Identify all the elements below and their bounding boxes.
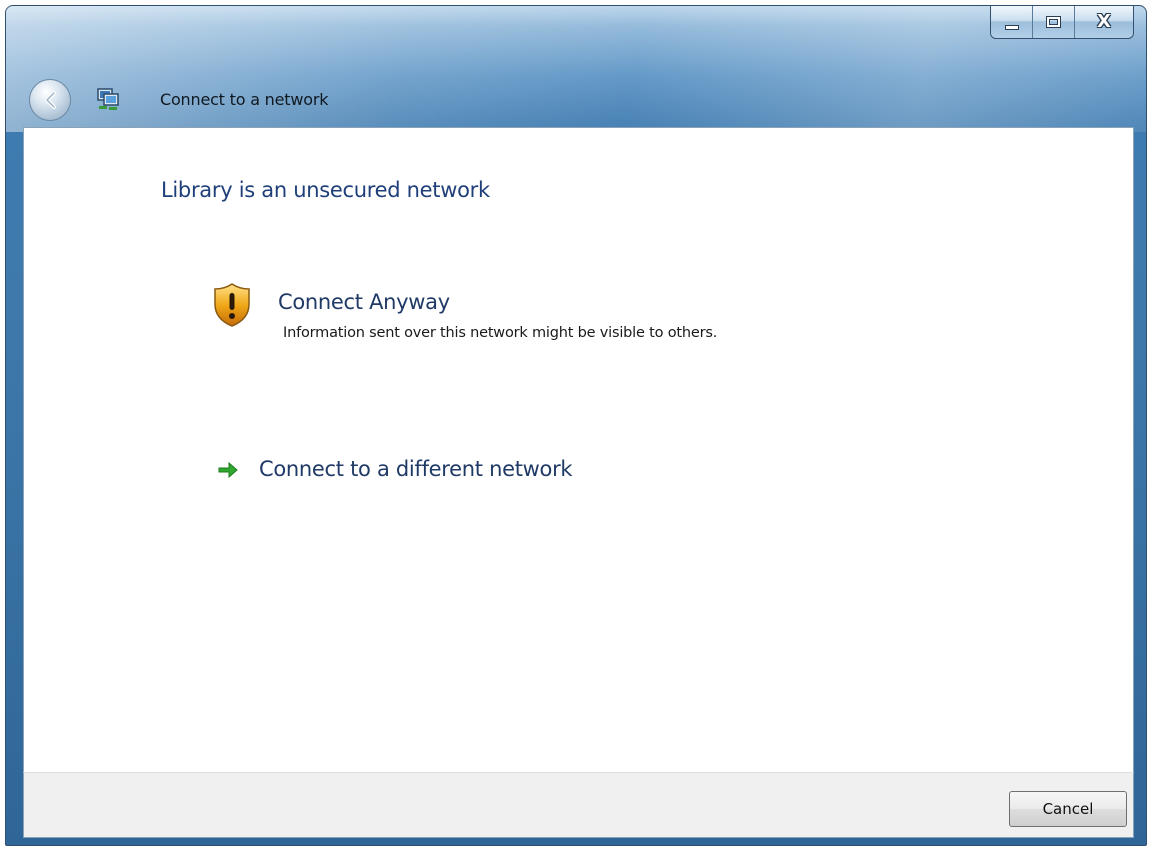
cancel-button[interactable]: Cancel	[1009, 791, 1127, 827]
connect-anyway-description: Information sent over this network might…	[283, 325, 718, 341]
minimize-button[interactable]	[991, 6, 1033, 38]
connect-different-network-label: Connect to a different network	[259, 457, 573, 481]
page-heading: Library is an unsecured network	[161, 178, 490, 202]
maximize-button[interactable]	[1033, 6, 1075, 38]
maximize-icon	[1046, 16, 1061, 28]
minimize-icon	[1004, 24, 1019, 30]
close-button[interactable]: X	[1075, 6, 1133, 38]
dialog-footer: Cancel	[23, 772, 1134, 838]
green-arrow-icon	[218, 461, 238, 479]
connect-different-network-option[interactable]: Connect to a different network	[217, 455, 677, 487]
connect-anyway-option[interactable]: Connect Anyway Information sent over thi…	[212, 278, 912, 342]
network-icon	[97, 88, 119, 110]
window-title: Connect to a network	[160, 90, 329, 109]
dialog-window: X Connect to a network Library is an uns…	[5, 5, 1147, 846]
content-panel: Library is an unsecured network Connect …	[23, 127, 1134, 772]
close-icon: X	[1097, 11, 1111, 32]
back-button[interactable]	[29, 79, 71, 121]
caption-buttons: X	[990, 6, 1134, 39]
back-arrow-icon	[45, 91, 56, 109]
warning-shield-icon	[214, 283, 250, 327]
connect-anyway-label: Connect Anyway	[278, 290, 450, 314]
